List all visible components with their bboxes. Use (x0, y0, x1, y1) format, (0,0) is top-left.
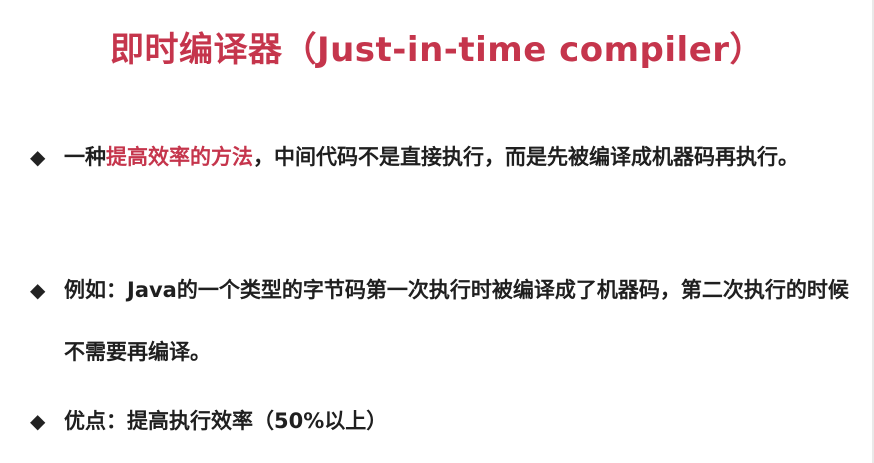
highlighted-phrase: 提高效率的方法 (106, 145, 253, 169)
bullet-item: ◆ 优点：提高执行效率（50%以上） (30, 403, 860, 452)
diamond-bullet-icon: ◆ (30, 278, 46, 302)
bullet-item: ◆ 一种提高效率的方法，中间代码不是直接执行，而是先被编译成机器码再执行。 (30, 139, 860, 188)
slide: 即时编译器（Just-in-time compiler） ◆ 一种提高效率的方法… (0, 0, 874, 463)
bullet-text-prefix: 一种 (64, 145, 106, 169)
bullet-text: 例如：Java的一个类型的字节码第一次执行时被编译成了机器码，第二次执行的时候不… (64, 278, 849, 364)
slide-title: 即时编译器（Just-in-time compiler） (109, 30, 765, 70)
bullet-text-suffix: ，中间代码不是直接执行，而是先被编译成机器码再执行。 (253, 145, 799, 169)
bullet-item: ◆ 例如：Java的一个类型的字节码第一次执行时被编译成了机器码，第二次执行的时… (30, 272, 860, 383)
diamond-bullet-icon: ◆ (30, 409, 46, 433)
bullet-text: 一种提高效率的方法，中间代码不是直接执行，而是先被编译成机器码再执行。 (64, 126, 860, 188)
bullet-text: 优点：提高执行效率（50%以上） (64, 409, 388, 433)
diamond-bullet-icon: ◆ (30, 145, 46, 169)
